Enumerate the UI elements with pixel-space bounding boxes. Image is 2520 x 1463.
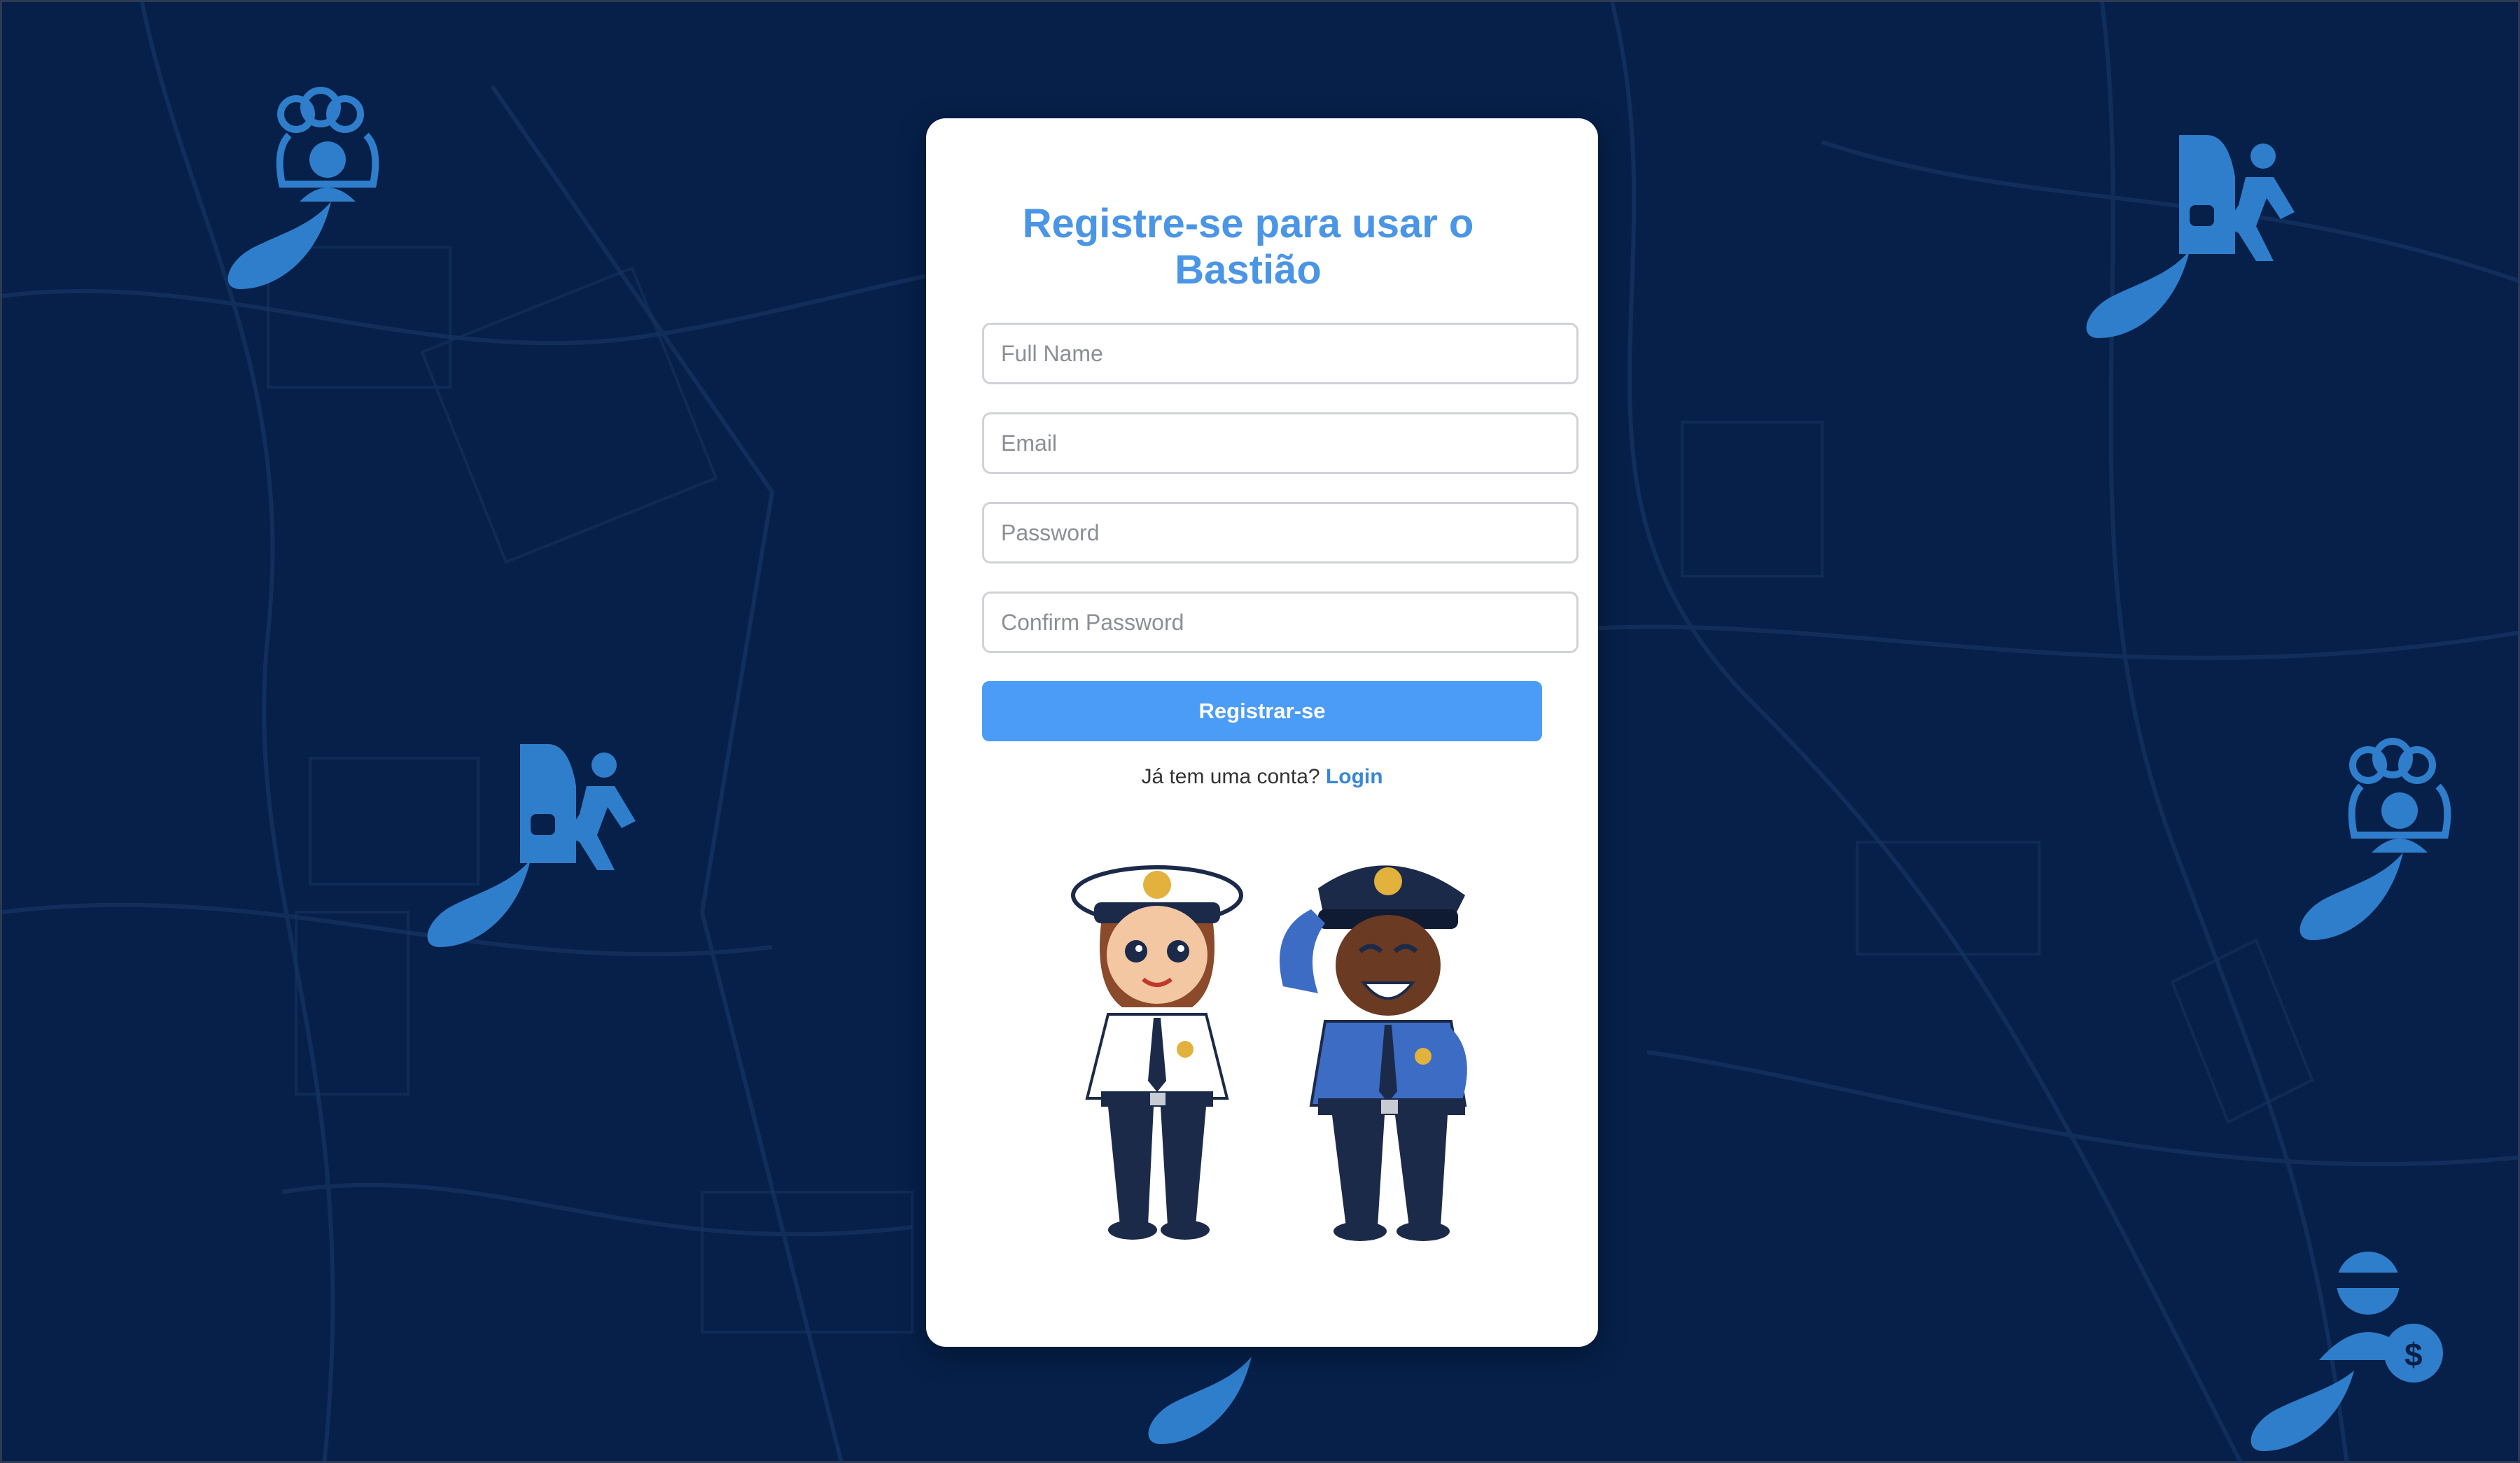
map-pin-vehicle-theft[interactable] — [2074, 128, 2305, 366]
page-background: $ Registre-se para usar o Bastião Regist… — [0, 0, 2520, 1463]
vehicle-theft-icon — [427, 744, 636, 947]
map-pin-group[interactable] — [2298, 730, 2520, 968]
police-officers-illustration — [1052, 846, 1500, 1266]
group-of-people-icon — [2300, 738, 2451, 940]
map-pin-robbery[interactable]: $ — [2242, 1241, 2473, 1463]
login-prompt: Já tem uma conta? Login — [982, 765, 1542, 789]
vehicle-theft-icon — [2086, 135, 2295, 338]
login-link[interactable]: Login — [1326, 765, 1383, 788]
full-name-input[interactable] — [982, 323, 1578, 384]
map-pin-group[interactable] — [212, 79, 443, 317]
robber-with-money-bag-icon: $ — [2250, 1252, 2443, 1451]
register-title: Registre-se para usar o Bastião — [1022, 201, 1474, 293]
map-pin-vehicle-theft[interactable] — [415, 737, 646, 975]
password-input[interactable] — [982, 502, 1578, 564]
register-button[interactable]: Registrar-se — [982, 681, 1542, 741]
female-officer-figure — [1071, 865, 1243, 1240]
svg-text:$: $ — [2404, 1336, 2423, 1373]
login-prompt-text: Já tem uma conta? — [1141, 765, 1320, 788]
group-of-people-icon — [227, 87, 379, 289]
register-card: Registre-se para usar o Bastião Registra… — [926, 118, 1598, 1347]
male-officer-figure — [1280, 865, 1467, 1241]
confirm-password-input[interactable] — [982, 592, 1578, 653]
email-input[interactable] — [982, 412, 1578, 474]
